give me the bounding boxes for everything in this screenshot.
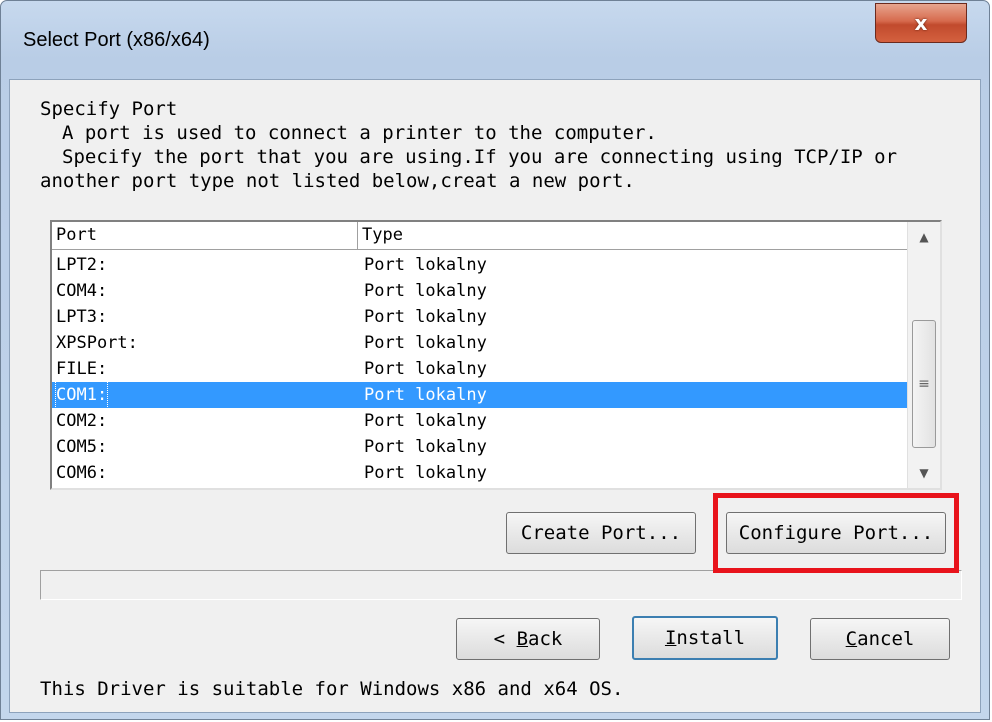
close-icon: x bbox=[914, 11, 928, 35]
port-rows: LPT2: Port lokalny COM4: Port lokalny LPT3: P… bbox=[52, 252, 924, 486]
port-list[interactable]: Port Type LPT2: Port lokalny COM4: Port lok… bbox=[50, 220, 942, 490]
port-type: Port lokalny bbox=[364, 385, 487, 405]
port-row[interactable]: COM5: Port lokalny bbox=[52, 434, 924, 460]
grip-icon: ≡ bbox=[918, 376, 930, 392]
description-line-2: Specify the port that you are using.If y… bbox=[62, 146, 898, 168]
port-type: Port lokalny bbox=[364, 463, 487, 483]
install-button[interactable]: Install bbox=[632, 616, 778, 660]
port-name: COM1: bbox=[54, 381, 109, 409]
scroll-thumb[interactable]: ≡ bbox=[912, 320, 936, 448]
vertical-scrollbar[interactable]: ▲ ≡ ▼ bbox=[907, 222, 940, 488]
port-row[interactable]: FILE: Port lokalny bbox=[52, 356, 924, 382]
close-button[interactable]: x bbox=[875, 3, 967, 43]
port-name: LPT2: bbox=[56, 255, 108, 275]
create-port-button[interactable]: Create Port... bbox=[506, 512, 696, 554]
dialog-body: Specify Port A port is used to connect a… bbox=[9, 79, 981, 713]
port-name: COM5: bbox=[56, 437, 108, 457]
port-name: LPT3: bbox=[56, 307, 108, 327]
back-arrow-icon: < bbox=[493, 628, 506, 650]
title-bar[interactable]: Select Port (x86/x64) x bbox=[1, 1, 989, 79]
port-row[interactable]: LPT3: Port lokalny bbox=[52, 304, 924, 330]
port-row[interactable]: COM4: Port lokalny bbox=[52, 278, 924, 304]
compatibility-note: This Driver is suitable for Windows x86 … bbox=[40, 678, 624, 700]
port-type: Port lokalny bbox=[364, 281, 487, 301]
port-name: COM2: bbox=[56, 411, 108, 431]
port-type: Port lokalny bbox=[364, 307, 487, 327]
column-header-type[interactable]: Type bbox=[358, 222, 918, 250]
scroll-down-icon[interactable]: ▼ bbox=[908, 458, 940, 488]
description-line-3: another port type not listed below,creat… bbox=[40, 170, 635, 192]
cancel-button[interactable]: Cancel bbox=[810, 618, 950, 660]
port-type: Port lokalny bbox=[364, 333, 487, 353]
port-row[interactable]: COM2: Port lokalny bbox=[52, 408, 924, 434]
port-type: Port lokalny bbox=[364, 437, 487, 457]
select-port-dialog: Select Port (x86/x64) x Specify Port A p… bbox=[0, 0, 990, 720]
port-type: Port lokalny bbox=[364, 359, 487, 379]
back-button[interactable]: < Back bbox=[456, 618, 600, 660]
scroll-up-icon[interactable]: ▲ bbox=[908, 222, 940, 252]
description-line-1: A port is used to connect a printer to t… bbox=[62, 122, 657, 144]
port-type: Port lokalny bbox=[364, 255, 487, 275]
port-row[interactable]: COM1: Port lokalny bbox=[52, 381, 912, 409]
port-type: Port lokalny bbox=[364, 411, 487, 431]
list-header: Port Type bbox=[52, 222, 924, 252]
port-name: FILE: bbox=[56, 359, 108, 379]
highlight-annotation bbox=[713, 493, 959, 573]
port-name: COM6: bbox=[56, 463, 108, 483]
port-row[interactable]: LPT2: Port lokalny bbox=[52, 252, 924, 278]
section-heading: Specify Port bbox=[40, 98, 178, 120]
window-title: Select Port (x86/x64) bbox=[23, 29, 210, 51]
port-name: COM4: bbox=[56, 281, 108, 301]
port-name: XPSPort: bbox=[56, 333, 138, 353]
port-row[interactable]: COM6: Port lokalny bbox=[52, 460, 924, 486]
port-row[interactable]: XPSPort: Port lokalny bbox=[52, 330, 924, 356]
column-header-port[interactable]: Port bbox=[52, 222, 358, 250]
install-progress-bar bbox=[40, 570, 962, 600]
